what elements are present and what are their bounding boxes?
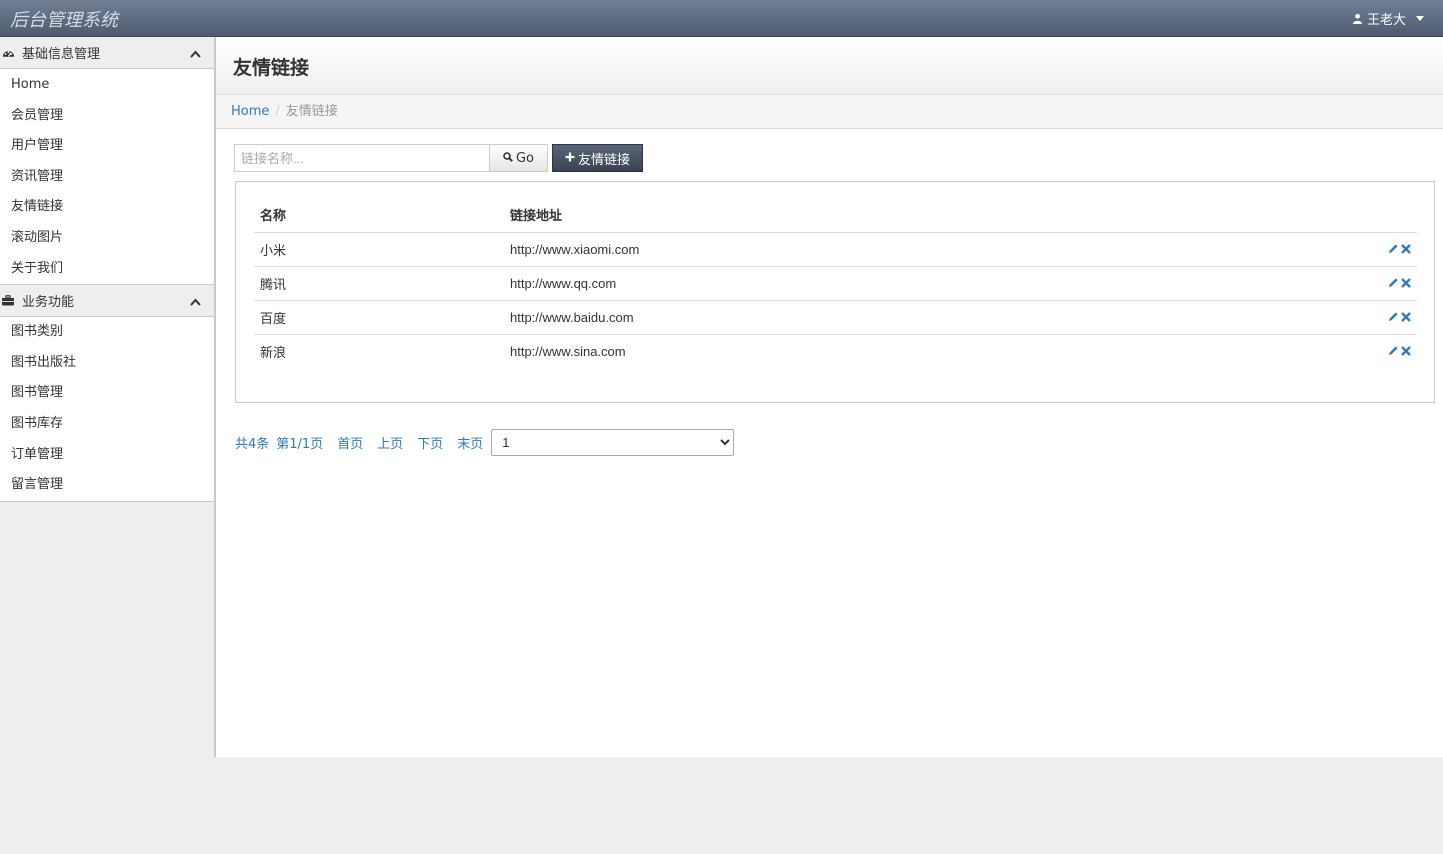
delete-x-icon[interactable] bbox=[1401, 344, 1411, 359]
link-url: http://www.xiaomi.com bbox=[504, 232, 1221, 267]
delete-x-icon[interactable] bbox=[1401, 310, 1411, 325]
breadcrumb-separator: / bbox=[275, 104, 280, 119]
briefcase-icon bbox=[2, 295, 16, 306]
sidebar: 基础信息管理 Home 会员管理 用户管理 资讯管理 友情链接 滚动图片 关于我… bbox=[0, 37, 216, 757]
sidebar-section-title: 基础信息管理 bbox=[22, 47, 101, 62]
link-url: http://www.baidu.com bbox=[504, 300, 1221, 335]
sidebar-item-users[interactable]: 用户管理 bbox=[0, 131, 214, 162]
page-select[interactable]: 1 bbox=[491, 429, 735, 456]
table-header-row: 名称 链接地址 bbox=[254, 198, 1417, 233]
row-actions bbox=[1220, 232, 1417, 267]
main-content: 友情链接 Home / 友情链接 Go 友情链接 名称 链接地址 bbox=[216, 37, 1443, 757]
sidebar-section-header-basic[interactable]: 基础信息管理 bbox=[0, 37, 214, 69]
sidebar-item-orders[interactable]: 订单管理 bbox=[0, 440, 214, 471]
column-header-name: 名称 bbox=[254, 198, 504, 233]
links-table-panel: 名称 链接地址 小米 http://www.xiaomi.com 腾讯 http… bbox=[235, 181, 1435, 403]
link-name: 腾讯 bbox=[254, 266, 504, 301]
page-title: 友情链接 bbox=[233, 57, 310, 79]
sidebar-list-basic: Home 会员管理 用户管理 资讯管理 友情链接 滚动图片 关于我们 bbox=[0, 69, 214, 286]
sidebar-list-business: 图书类别 图书出版社 图书管理 图书库存 订单管理 留言管理 bbox=[0, 317, 214, 502]
edit-pencil-icon[interactable] bbox=[1388, 310, 1399, 325]
pager-next-link[interactable]: 下页 bbox=[417, 433, 443, 452]
link-name: 百度 bbox=[254, 300, 504, 335]
plus-icon bbox=[565, 151, 575, 166]
sidebar-item-book-category[interactable]: 图书类别 bbox=[0, 317, 214, 348]
column-header-actions bbox=[1220, 198, 1417, 233]
table-row: 腾讯 http://www.qq.com bbox=[254, 266, 1417, 301]
sidebar-section-title: 业务功能 bbox=[22, 295, 75, 311]
link-name: 新浪 bbox=[260, 345, 287, 361]
pager-page-info: 第1/1页 bbox=[276, 437, 324, 452]
sidebar-item-books[interactable]: 图书管理 bbox=[0, 378, 214, 409]
delete-x-icon[interactable] bbox=[1401, 276, 1411, 291]
caret-down-icon bbox=[1416, 16, 1424, 21]
dashboard-icon bbox=[2, 47, 16, 59]
top-navbar: 后台管理系统 王老大 bbox=[0, 0, 1443, 37]
sidebar-item-members[interactable]: 会员管理 bbox=[0, 101, 214, 132]
user-menu[interactable]: 王老大 bbox=[1352, 9, 1424, 28]
pager-total: 共4条 bbox=[235, 437, 270, 452]
delete-x-icon[interactable] bbox=[1401, 242, 1411, 257]
edit-pencil-icon[interactable] bbox=[1388, 344, 1399, 359]
sidebar-item-about[interactable]: 关于我们 bbox=[0, 254, 214, 285]
go-label: Go bbox=[515, 150, 535, 166]
breadcrumb-current: 友情链接 bbox=[285, 104, 338, 119]
add-link-button[interactable]: 友情链接 bbox=[552, 144, 643, 172]
table-row: 小米 http://www.xiaomi.com bbox=[254, 232, 1417, 267]
table-row: 百度 http://www.baidu.com bbox=[254, 300, 1417, 335]
sidebar-item-news[interactable]: 资讯管理 bbox=[0, 162, 214, 193]
sidebar-section-header-business[interactable]: 业务功能 bbox=[0, 285, 214, 318]
pager-last-link[interactable]: 末页 bbox=[457, 433, 483, 452]
sidebar-item-home[interactable]: Home bbox=[0, 70, 214, 101]
sidebar-item-stock[interactable]: 图书库存 bbox=[0, 409, 214, 440]
link-name: 小米 bbox=[254, 232, 504, 267]
user-name: 王老大 bbox=[1366, 13, 1406, 28]
edit-pencil-icon[interactable] bbox=[1388, 276, 1399, 291]
column-header-url: 链接地址 bbox=[504, 198, 1221, 233]
link-url: http://www.qq.com bbox=[504, 266, 1221, 301]
pager-first-link[interactable]: 首页 bbox=[337, 433, 363, 452]
sidebar-item-carousel[interactable]: 滚动图片 bbox=[0, 223, 214, 254]
table-row: 新浪 http://www.sina.com bbox=[254, 334, 1417, 368]
sidebar-item-publisher[interactable]: 图书出版社 bbox=[0, 348, 214, 379]
user-icon bbox=[1352, 13, 1363, 24]
edit-pencil-icon[interactable] bbox=[1388, 242, 1399, 257]
link-url: http://www.sina.com bbox=[510, 343, 626, 359]
chevron-up-icon[interactable] bbox=[190, 295, 201, 310]
page-header: 友情链接 bbox=[216, 37, 1443, 95]
pagination: 共4条 第1/1页 首页 上页 下页 末页 1 bbox=[235, 429, 735, 456]
row-actions bbox=[1220, 300, 1417, 335]
sidebar-item-messages[interactable]: 留言管理 bbox=[0, 470, 214, 501]
chevron-up-icon[interactable] bbox=[190, 47, 201, 62]
search-go-button[interactable]: Go bbox=[489, 144, 548, 172]
row-actions bbox=[1220, 266, 1417, 301]
app-title: 后台管理系统 bbox=[10, 10, 118, 31]
row-actions bbox=[1221, 334, 1417, 368]
sidebar-item-links[interactable]: 友情链接 bbox=[0, 192, 214, 223]
breadcrumb-home-link[interactable]: Home bbox=[231, 104, 269, 119]
add-link-label: 友情链接 bbox=[577, 152, 630, 168]
pager-prev-link[interactable]: 上页 bbox=[377, 433, 403, 452]
links-table: 名称 链接地址 小米 http://www.xiaomi.com 腾讯 http… bbox=[254, 198, 1417, 368]
search-icon bbox=[503, 151, 513, 166]
search-input[interactable] bbox=[234, 144, 490, 172]
breadcrumb: Home / 友情链接 bbox=[216, 95, 1443, 129]
